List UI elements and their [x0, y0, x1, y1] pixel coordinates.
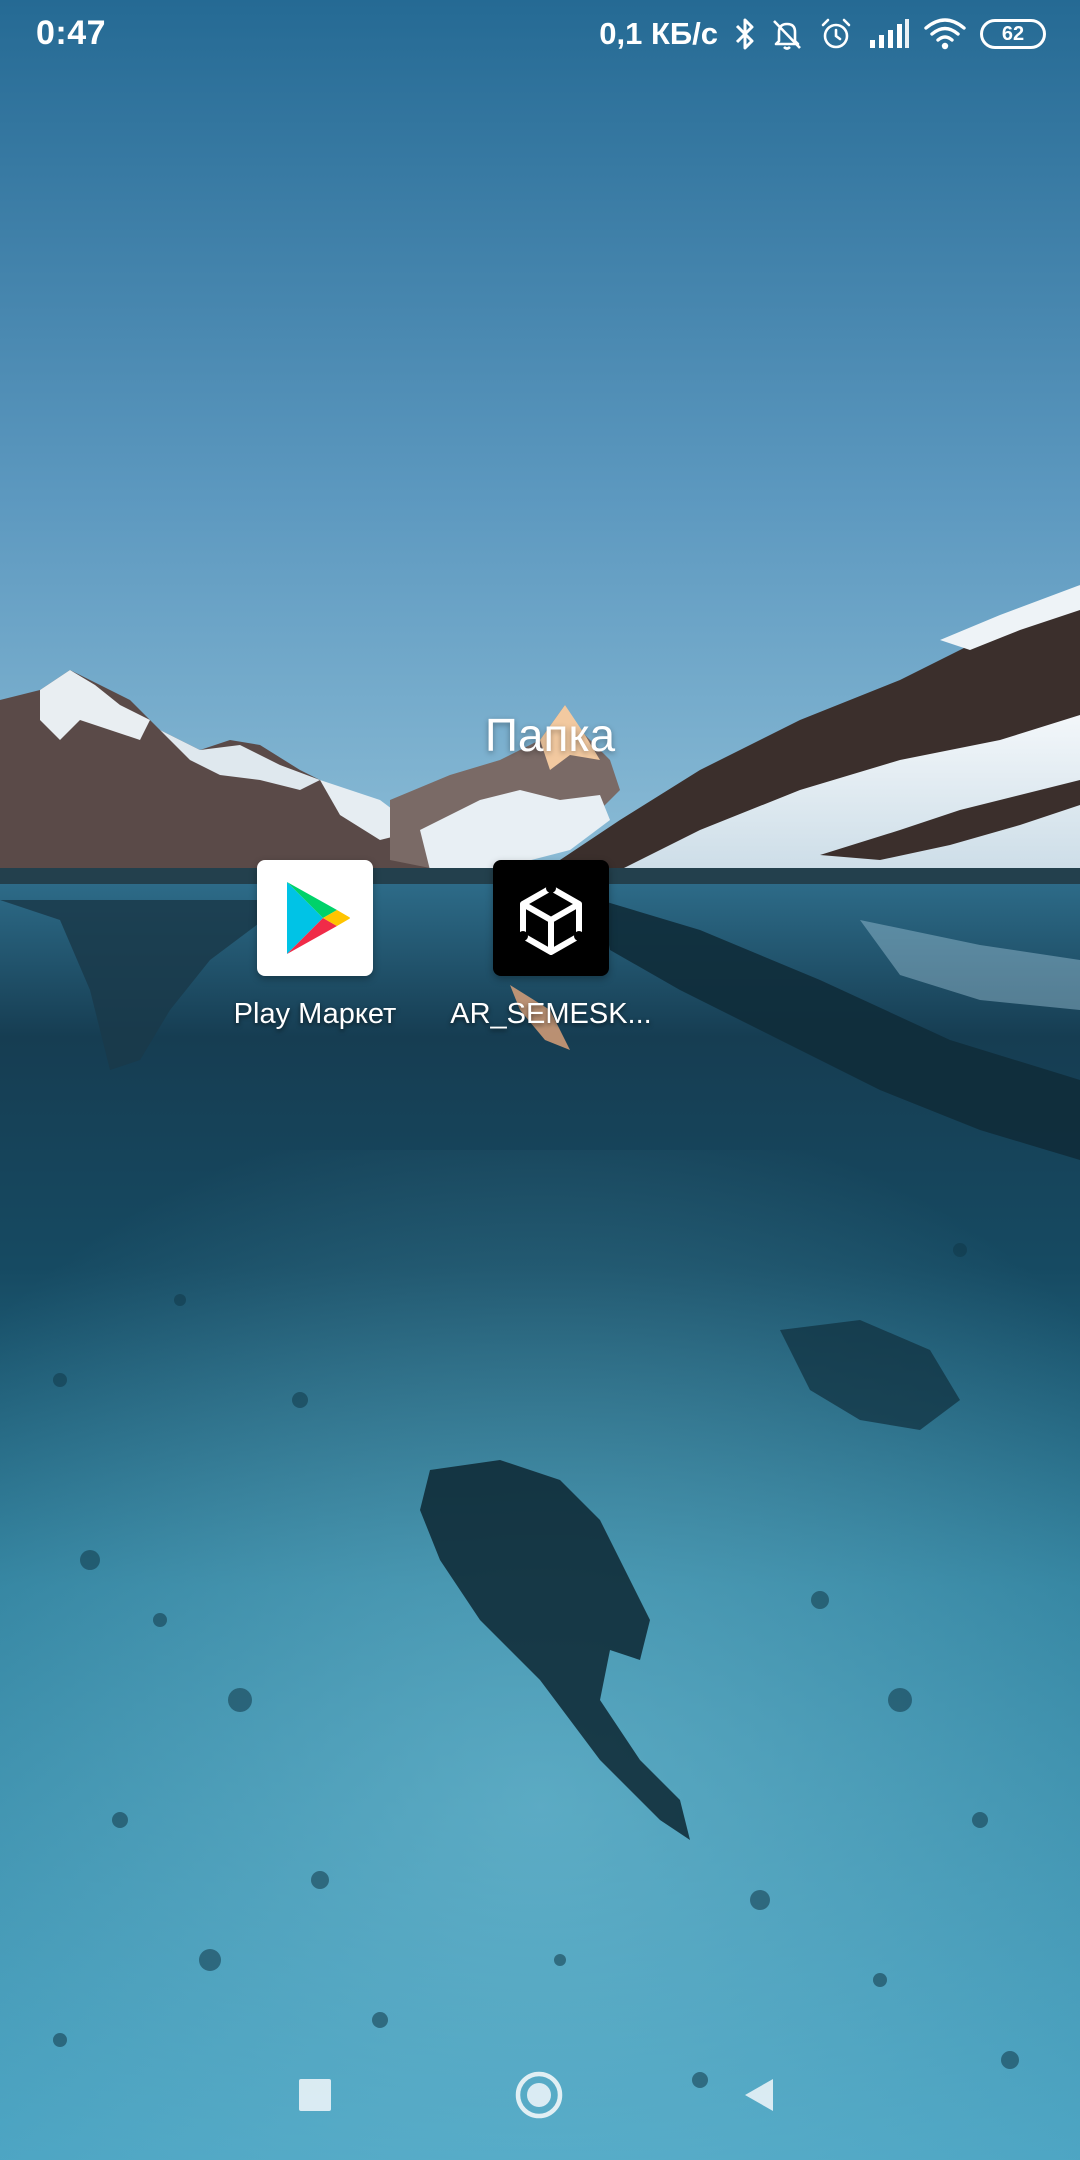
app-play-market[interactable]: Play Маркет	[205, 860, 425, 1031]
status-icons: 0,1 КБ/с 62	[599, 12, 1046, 56]
battery-icon: 62	[980, 19, 1046, 49]
signal-icon	[868, 18, 910, 50]
wifi-icon	[924, 18, 966, 50]
home-screen: 0:47 0,1 КБ/с 62 Папка Play Маркет AR_SE…	[0, 0, 1080, 2160]
alarm-icon	[818, 16, 854, 52]
play-store-icon[interactable]	[257, 860, 373, 976]
mute-bell-icon	[770, 17, 804, 51]
network-speed: 0,1 КБ/с	[599, 16, 718, 51]
status-time: 0:47	[36, 14, 107, 52]
triangle-left-icon	[745, 2079, 773, 2111]
home-button[interactable]	[504, 2060, 574, 2130]
unity-icon[interactable]	[493, 860, 609, 976]
battery-level: 62	[1001, 23, 1025, 45]
wallpaper	[0, 0, 1080, 2160]
bluetooth-icon	[734, 17, 756, 51]
folder-title[interactable]: Папка	[0, 708, 1080, 762]
app-label: AR_SEMESK...	[450, 998, 652, 1030]
app-label: Play Маркет	[233, 998, 397, 1030]
app-ar-semesk[interactable]: AR_SEMESK...	[441, 860, 661, 1031]
status-bar: 0:47 0,1 КБ/с 62	[0, 0, 1080, 70]
square-icon	[299, 2079, 331, 2111]
recent-apps-button[interactable]	[280, 2060, 350, 2130]
circle-icon	[515, 2071, 563, 2119]
back-button[interactable]	[724, 2060, 794, 2130]
